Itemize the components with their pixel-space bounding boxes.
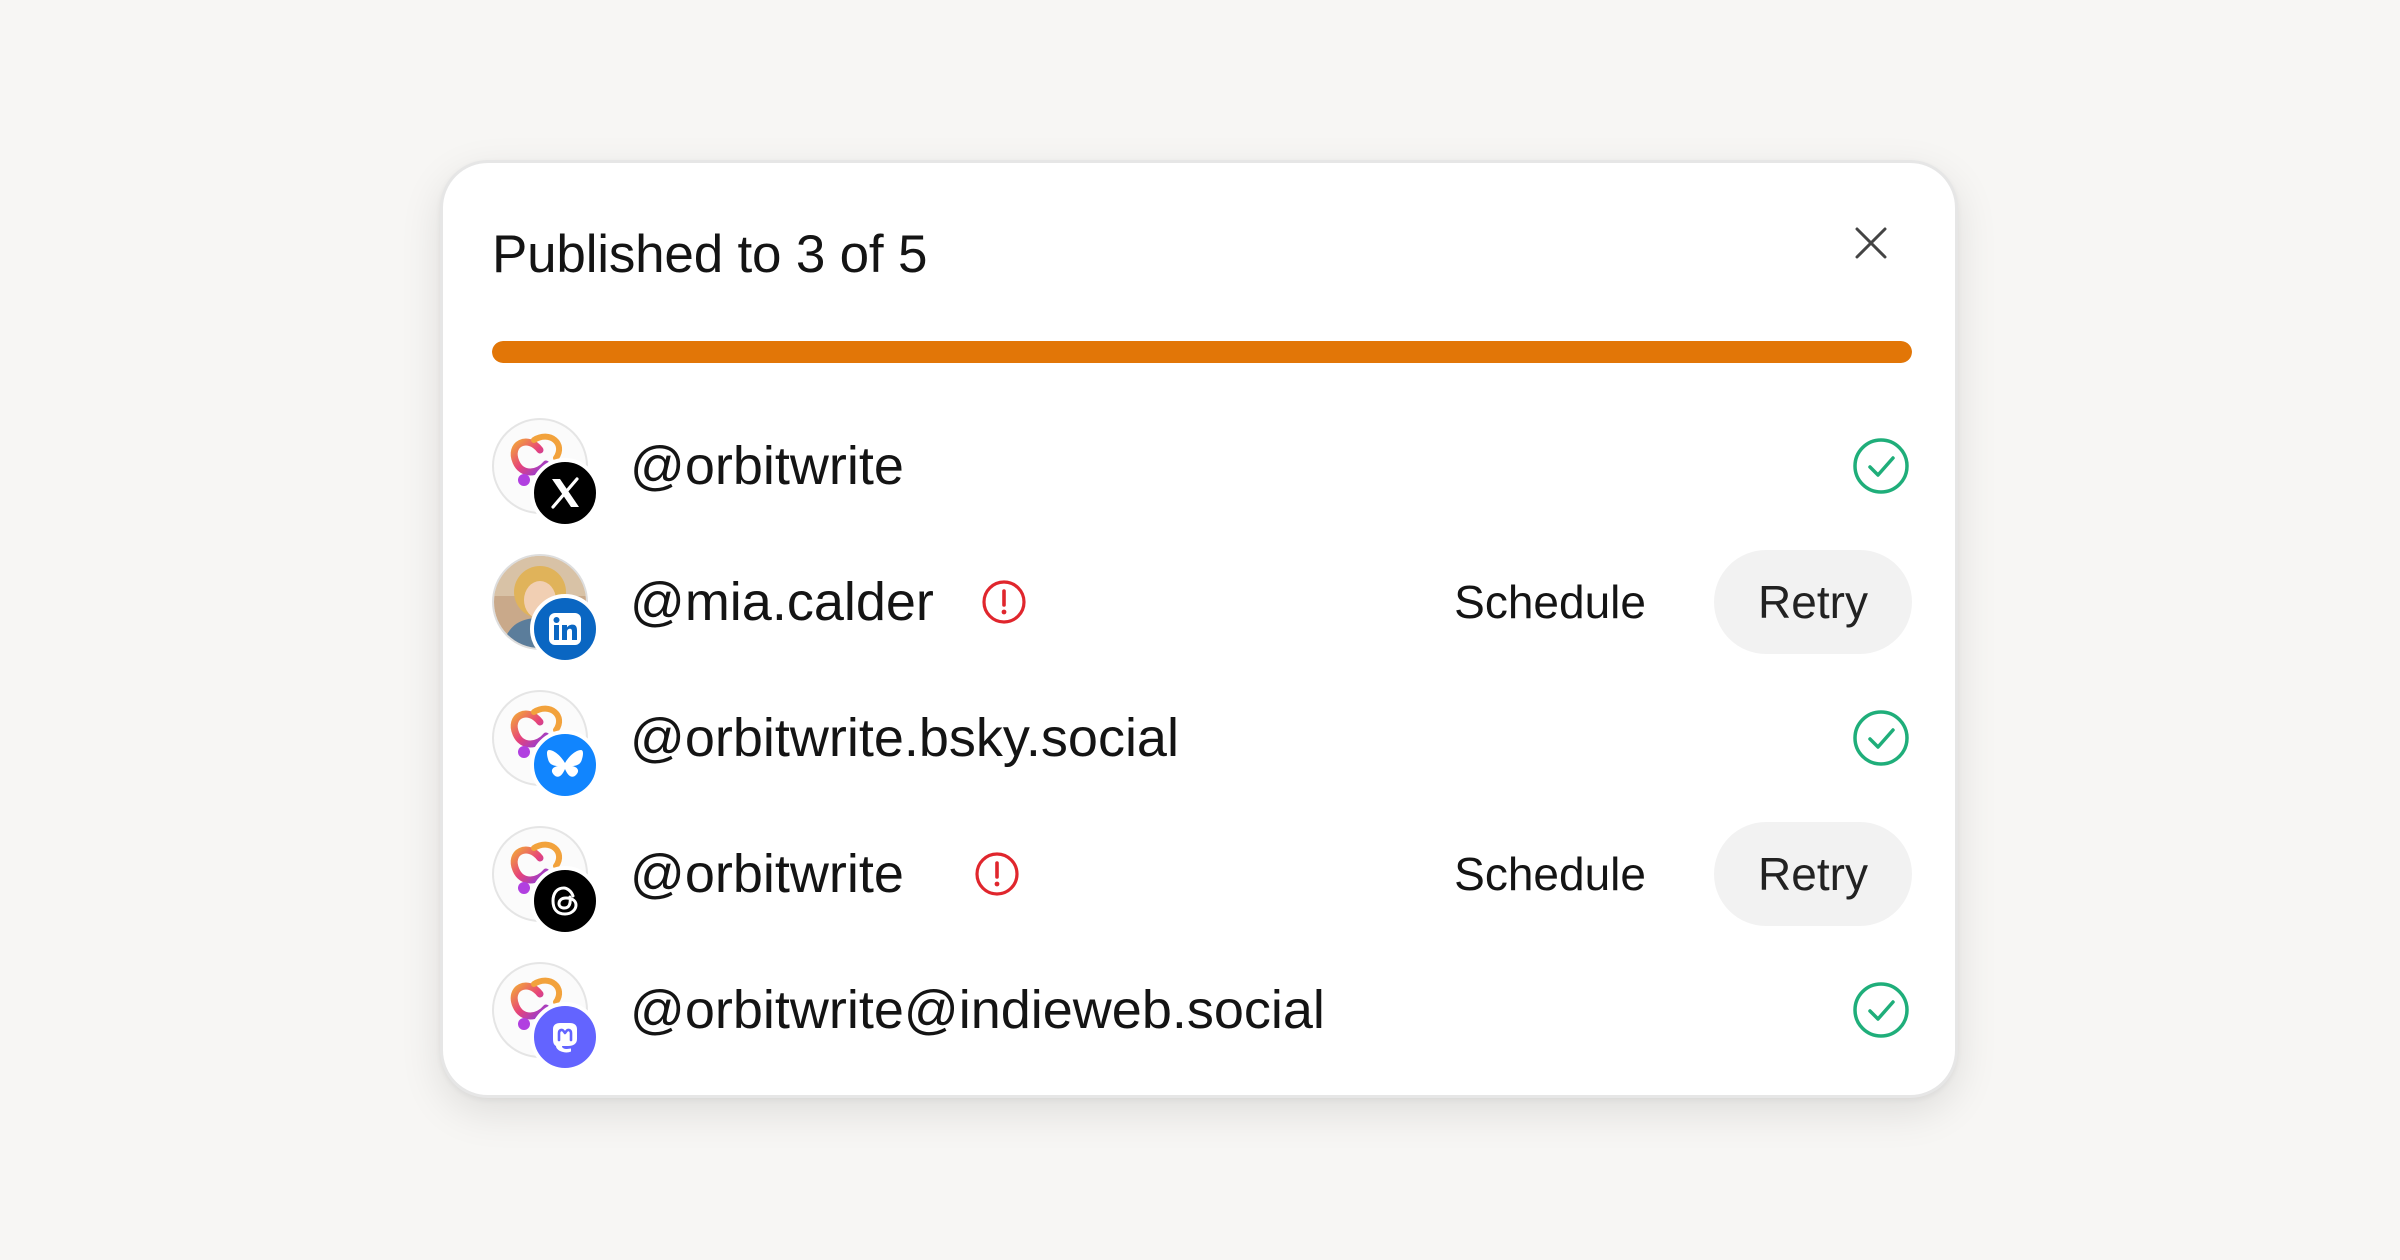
- account-handle: @mia.calder: [630, 572, 934, 632]
- mastodon-icon: [530, 1002, 600, 1072]
- dialog-title: Published to 3 of 5: [492, 225, 928, 284]
- account-handle: @orbitwrite@indieweb.social: [630, 980, 1325, 1040]
- account-row: @orbitwrite: [492, 411, 1912, 528]
- account-avatar: [492, 690, 600, 800]
- account-row: @orbitwrite@indieweb.social: [492, 955, 1912, 1072]
- account-avatar: [492, 554, 600, 664]
- account-avatar: [492, 826, 600, 936]
- account-handle: @orbitwrite: [630, 436, 904, 496]
- schedule-button[interactable]: Schedule: [1454, 575, 1646, 629]
- schedule-button[interactable]: Schedule: [1454, 847, 1646, 901]
- close-icon: [1855, 227, 1887, 259]
- account-avatar: [492, 418, 600, 528]
- account-handle: @orbitwrite.bsky.social: [630, 708, 1179, 768]
- threads-icon: [530, 866, 600, 936]
- publish-status-dialog: Published to 3 of 5 @orbitwrite @mia.cal…: [440, 160, 1958, 1098]
- error-icon: [975, 852, 1019, 896]
- account-avatar: [492, 962, 600, 1072]
- retry-button[interactable]: Retry: [1714, 822, 1912, 926]
- success-check-icon: [1853, 710, 1909, 766]
- account-row: @orbitwrite.bsky.social: [492, 683, 1912, 800]
- progress-bar: [492, 341, 1912, 363]
- close-button[interactable]: [1843, 215, 1899, 271]
- x-icon: [530, 458, 600, 528]
- account-row: @orbitwrite Schedule Retry: [492, 819, 1912, 936]
- success-check-icon: [1853, 438, 1909, 494]
- bluesky-icon: [530, 730, 600, 800]
- linkedin-icon: [530, 594, 600, 664]
- retry-button[interactable]: Retry: [1714, 550, 1912, 654]
- account-handle: @orbitwrite: [630, 844, 904, 904]
- success-check-icon: [1853, 982, 1909, 1038]
- error-icon: [982, 580, 1026, 624]
- progress-fill: [492, 341, 1912, 363]
- account-row: @mia.calder Schedule Retry: [492, 547, 1912, 664]
